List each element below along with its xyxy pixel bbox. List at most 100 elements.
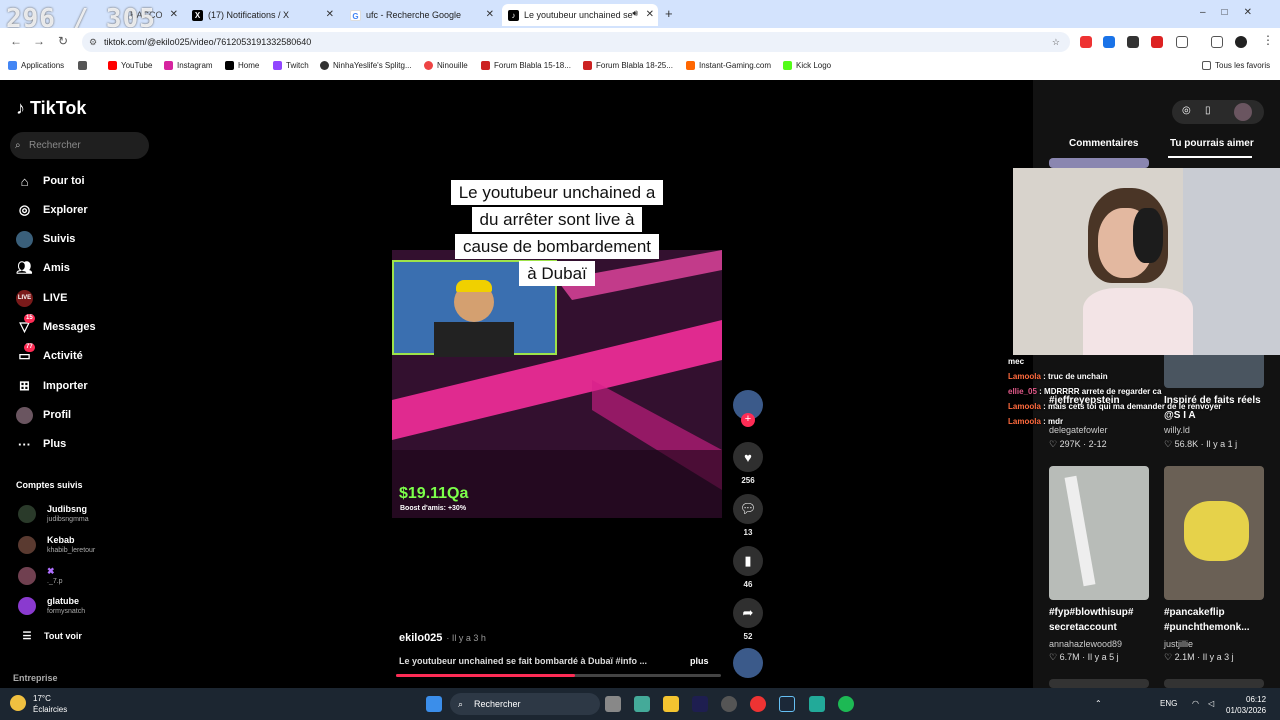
app-icon[interactable] xyxy=(634,696,650,712)
video-thumbnail[interactable] xyxy=(1049,158,1149,168)
search-input[interactable]: ⌕ Rechercher xyxy=(10,132,149,159)
video-thumbnail[interactable] xyxy=(1049,679,1149,688)
window-controls[interactable]: –□✕ xyxy=(1200,7,1268,18)
back-icon[interactable]: ← xyxy=(10,34,22,48)
weather-widget[interactable]: 17°C Éclaircies xyxy=(10,693,67,715)
bookmark-item[interactable]: Home xyxy=(225,61,259,70)
video-author[interactable]: ekilo025 · Il y a 3 h xyxy=(399,632,486,644)
share-button[interactable]: ➦ 52 xyxy=(732,598,764,641)
nav-profil[interactable]: Profil xyxy=(16,405,71,425)
tray-chevron-icon[interactable]: ⌃ xyxy=(1095,699,1102,708)
bookmark-item[interactable]: Twitch xyxy=(273,61,309,70)
card-user[interactable]: annahazlewood89 xyxy=(1049,639,1122,649)
tab-comments[interactable]: Commentaires xyxy=(1069,138,1138,149)
comment-button[interactable]: 💬︎ 13 xyxy=(732,494,764,537)
followed-account[interactable]: ✖ ._7.p xyxy=(18,564,63,588)
bookmark-item[interactable]: Ninouille xyxy=(424,61,468,70)
nav-plus[interactable]: ··· Plus xyxy=(16,434,66,454)
followed-account[interactable]: Kebab khabib_leretour xyxy=(18,533,95,557)
like-button[interactable]: ♥ 256 xyxy=(732,442,764,485)
tiktok-logo[interactable]: ♪ TikTok xyxy=(16,98,86,119)
profile-avatar[interactable] xyxy=(1235,36,1247,48)
forward-icon[interactable]: → xyxy=(33,34,45,48)
bookmark-item[interactable]: Instant-Gaming.com xyxy=(686,61,771,70)
new-tab-button[interactable]: + xyxy=(665,6,673,21)
follow-plus-icon[interactable]: + xyxy=(741,413,755,427)
windows-start-icon[interactable] xyxy=(426,696,442,712)
bookmark-star-icon[interactable]: ☆ xyxy=(1052,32,1060,52)
video-thumbnail[interactable] xyxy=(1049,466,1149,600)
steam-icon[interactable] xyxy=(779,696,795,712)
extension-icon[interactable] xyxy=(1127,36,1139,48)
nav-activite[interactable]: ▭ 77 Activité xyxy=(16,342,83,366)
compass-icon[interactable]: ◎ xyxy=(1182,105,1191,116)
close-icon[interactable]: ✕ xyxy=(170,9,178,20)
clock[interactable]: 06:12 01/03/2026 xyxy=(1226,694,1266,716)
spotify-icon[interactable] xyxy=(838,696,854,712)
nav-explorer[interactable]: ◎ Explorer xyxy=(16,200,88,220)
menu-kebab-icon[interactable]: ⋮ xyxy=(1262,33,1274,47)
save-button[interactable]: ▮ 46 xyxy=(732,546,764,589)
video-thumbnail[interactable] xyxy=(1164,466,1264,600)
bookmark-item[interactable]: Applications xyxy=(8,61,64,70)
bookmark-item[interactable]: NinhaYeslife's Splitg... xyxy=(320,61,412,70)
video-progress-bar[interactable] xyxy=(396,674,721,677)
premiere-icon[interactable] xyxy=(692,696,708,712)
tab-suggestions[interactable]: Tu pourrais aimer xyxy=(1170,138,1254,149)
bookmark-item[interactable]: Forum Blabla 18-25... xyxy=(583,61,673,70)
file-explorer-icon[interactable] xyxy=(663,696,679,712)
nav-messages[interactable]: ▽ 15 Messages xyxy=(16,313,96,337)
nav-live[interactable]: LIVE LIVE xyxy=(16,288,67,308)
site-info-icon[interactable]: ⚙ xyxy=(89,32,97,52)
reload-icon[interactable]: ↻ xyxy=(58,34,68,48)
chrome-icon[interactable] xyxy=(750,696,766,712)
video-thumbnail[interactable] xyxy=(1164,679,1264,688)
media-icon[interactable] xyxy=(1211,36,1223,48)
bookmark-item[interactable]: Kick Logo xyxy=(783,61,831,70)
app-icon[interactable] xyxy=(809,696,825,712)
language-indicator[interactable]: ENG xyxy=(1160,699,1177,708)
close-icon[interactable]: ✕ xyxy=(326,9,334,20)
video-player[interactable]: $19.11Qa Boost d'amis: +30% xyxy=(392,250,722,518)
tab-2[interactable]: X (17) Notifications / X ✕ xyxy=(186,4,338,26)
more-button[interactable]: plus xyxy=(690,656,709,666)
close-icon[interactable]: ✕ xyxy=(486,9,494,20)
avatar[interactable] xyxy=(1234,103,1252,121)
taskbar-search[interactable]: ⌕ Rechercher xyxy=(450,693,600,715)
task-view-icon[interactable] xyxy=(605,696,621,712)
see-all-button[interactable]: ☰ Tout voir xyxy=(20,626,82,646)
address-bar[interactable]: ⚙ tiktok.com/@ekilo025/video/76120531913… xyxy=(82,32,1070,52)
nav-amis[interactable]: 👥︎ Amis xyxy=(16,258,70,278)
nav-suivis[interactable]: Suivis xyxy=(16,229,75,249)
all-bookmarks[interactable]: Tous les favoris xyxy=(1202,61,1270,70)
music-disc[interactable] xyxy=(732,648,764,678)
chat-message: Lamoola : truc de unchain xyxy=(1008,372,1108,381)
followed-account[interactable]: Judibsng judibsngmma xyxy=(18,502,89,526)
bookmark-item[interactable]: Instagram xyxy=(164,61,213,70)
footer-link[interactable]: Entreprise xyxy=(13,673,58,683)
bookmark-item[interactable]: YouTube xyxy=(108,61,152,70)
bookmark-item[interactable]: Forum Blabla 15-18... xyxy=(481,61,571,70)
tab-4-active[interactable]: ♪ Le youtubeur unchained se 🔊︎ ✕ xyxy=(502,4,658,26)
close-icon[interactable]: ✕ xyxy=(646,9,654,20)
card-user[interactable]: willy.ld xyxy=(1164,425,1190,435)
app-icon[interactable] xyxy=(721,696,737,712)
volume-icon[interactable]: ◁ xyxy=(1208,699,1214,708)
shirt-shape xyxy=(1083,288,1193,355)
followed-account[interactable]: glatube formysnatch xyxy=(18,594,85,618)
extensions-puzzle-icon[interactable] xyxy=(1176,36,1188,48)
bookmark-item[interactable] xyxy=(78,61,91,70)
extension-icon[interactable] xyxy=(1151,36,1163,48)
weather-icon xyxy=(10,695,26,711)
nav-importer[interactable]: ⊞ Importer xyxy=(16,376,88,396)
speaker-icon[interactable]: 🔊︎ xyxy=(632,8,638,19)
extension-icon[interactable] xyxy=(1103,36,1115,48)
nav-pour-toi[interactable]: ⌂ Pour toi xyxy=(16,171,85,191)
phone-icon[interactable]: ▯ xyxy=(1205,105,1211,116)
card-user[interactable]: justjillie xyxy=(1164,639,1193,649)
extension-icon[interactable] xyxy=(1080,36,1092,48)
card-user[interactable]: delegatefowler xyxy=(1049,425,1108,435)
author-avatar[interactable]: + xyxy=(732,390,764,427)
wifi-icon[interactable]: ◠ xyxy=(1192,699,1199,708)
tab-3[interactable]: G ufc - Recherche Google ✕ xyxy=(344,4,498,26)
